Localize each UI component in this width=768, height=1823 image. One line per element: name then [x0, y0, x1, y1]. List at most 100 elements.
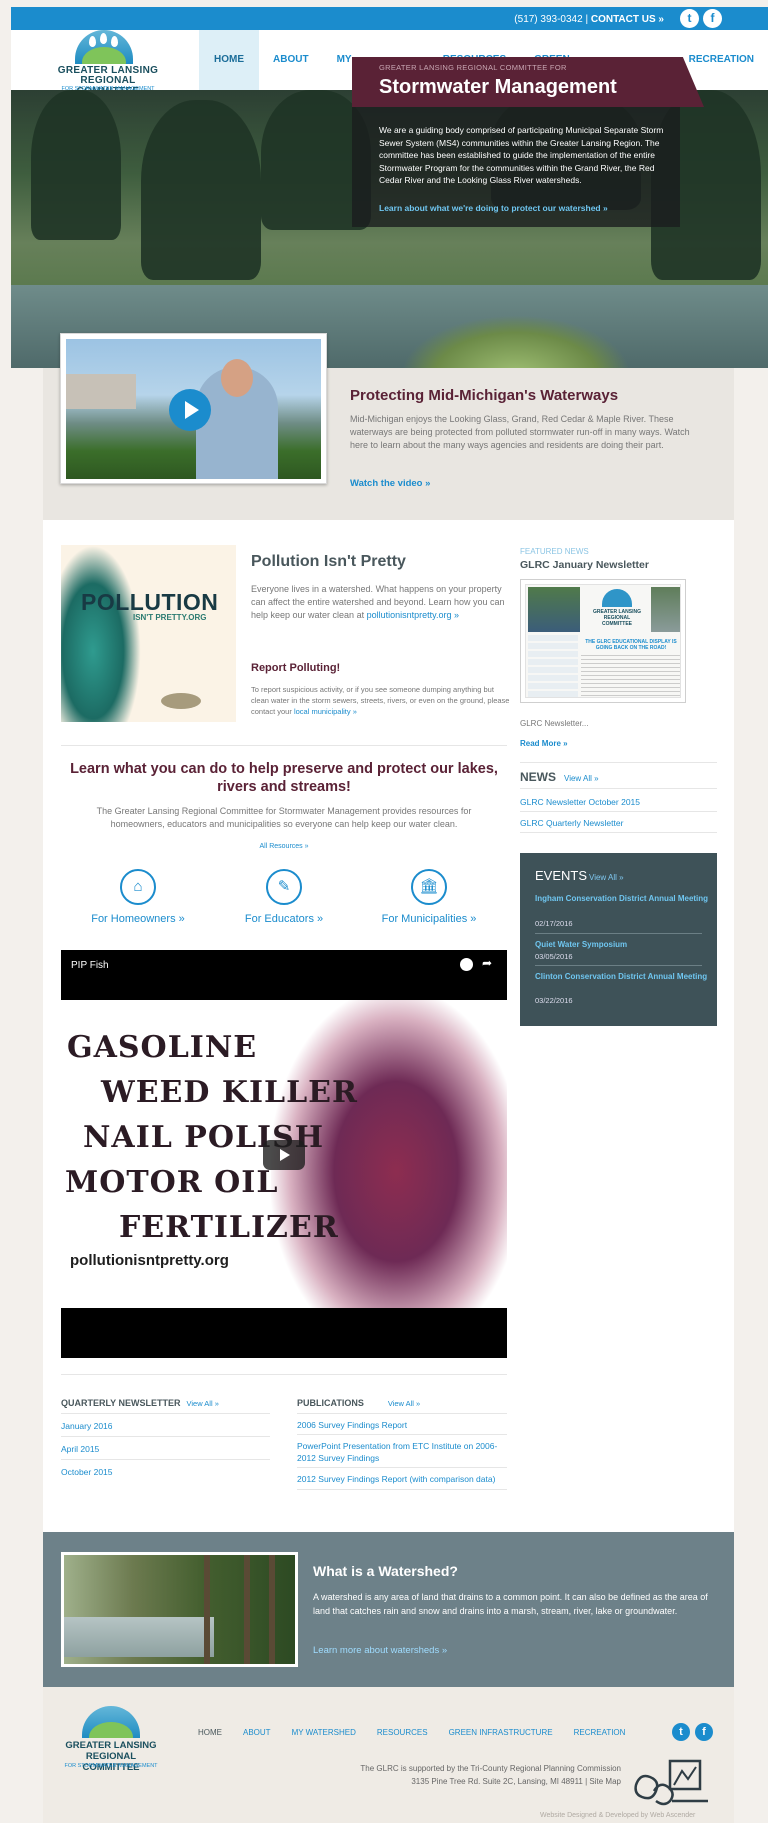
video-thumbnail[interactable]	[60, 333, 327, 484]
event-date: 02/17/2016	[535, 919, 573, 928]
watershed-title: What is a Watershed?	[313, 1563, 458, 1579]
local-municipality-link[interactable]: local municipality »	[294, 707, 357, 716]
featured-news-label: FEATURED NEWS	[520, 547, 589, 556]
embedded-video-player[interactable]: PIP Fish ➦ GASOLINE WEED KILLER NAIL POL…	[61, 950, 507, 1358]
publications-view-all-link[interactable]: View All »	[388, 1399, 420, 1408]
event-title[interactable]: Ingham Conservation District Annual Meet…	[535, 893, 710, 905]
twitter-icon[interactable]: t	[672, 1723, 690, 1741]
contact-bar: (517) 393-0342 | CONTACT US »	[514, 14, 664, 25]
footer-nav-about[interactable]: ABOUT	[243, 1728, 271, 1737]
divider	[297, 1467, 507, 1468]
news-view-all-link[interactable]: View All »	[564, 774, 599, 783]
news-item[interactable]: GLRC Quarterly Newsletter	[520, 818, 623, 828]
site-map-link[interactable]: Site Map	[589, 1777, 621, 1786]
newsletter-thumbnail[interactable]: GREATER LANSING REGIONAL COMMITTEE THE GL…	[520, 579, 686, 703]
facebook-icon[interactable]: f	[703, 9, 722, 28]
divider	[535, 933, 702, 934]
twitter-icon[interactable]: t	[680, 9, 699, 28]
footer-nav-home[interactable]: HOME	[198, 1728, 222, 1737]
educators-button[interactable]: ✎	[266, 869, 302, 905]
logo-emblem	[75, 30, 133, 64]
events-panel: EVENTS View All » Ingham Conservation Dis…	[520, 853, 717, 1026]
pollution-isnt-pretty-image[interactable]: POLLUTION ISN'T PRETTY.ORG	[61, 545, 236, 722]
footer-support-text: The GLRC is supported by the Tri-County …	[360, 1764, 621, 1773]
educators-link[interactable]: For Educators »	[214, 913, 354, 925]
hero-grass	[401, 315, 631, 368]
footer-address-text: 3135 Pine Tree Rd. Suite 2C, Lansing, MI…	[411, 1777, 588, 1786]
quarterly-heading-text: QUARTERLY NEWSLETTER	[61, 1398, 181, 1408]
watch-video-link[interactable]: Watch the video »	[350, 478, 430, 489]
newsletter-logo-line-2: REGIONAL COMMITTEE	[602, 615, 632, 627]
newsletter-caption: GLRC Newsletter...	[520, 719, 589, 728]
watch-later-icon[interactable]	[460, 958, 473, 971]
divider	[61, 1374, 507, 1375]
event-title[interactable]: Clinton Conservation District Annual Mee…	[535, 971, 710, 983]
divider	[520, 788, 717, 789]
contact-us-link[interactable]: CONTACT US »	[591, 14, 664, 25]
all-resources-link[interactable]: All Resources »	[61, 843, 507, 850]
news-heading: NEWS View All »	[520, 770, 599, 784]
video-word: GASOLINE	[67, 1030, 258, 1065]
divider	[520, 811, 717, 812]
watershed-photo	[61, 1552, 298, 1667]
footer-credit: Website Designed & Developed by Web Asce…	[540, 1812, 696, 1819]
footer-logo-line-1: GREATER LANSING	[65, 1740, 157, 1751]
report-polluting-title: Report Polluting!	[251, 662, 341, 674]
site-logo[interactable]: GREATER LANSING REGIONAL COMMITTEE FOR S…	[53, 30, 163, 97]
share-icon[interactable]: ➦	[482, 956, 492, 970]
quarterly-item[interactable]: October 2015	[61, 1466, 113, 1478]
newsletter-logo: GREATER LANSING REGIONAL COMMITTEE	[592, 589, 642, 629]
footer-nav-recreation[interactable]: RECREATION	[574, 1728, 626, 1737]
pollutionisntpretty-link[interactable]: pollutionisntpretty.org »	[367, 610, 459, 620]
publication-item[interactable]: PowerPoint Presentation from ETC Institu…	[297, 1440, 507, 1464]
watershed-learn-more-link[interactable]: Learn more about watersheds »	[313, 1645, 447, 1656]
quarterly-item[interactable]: April 2015	[61, 1443, 99, 1455]
divider	[61, 1413, 270, 1414]
hero-learn-link[interactable]: Learn about what we're doing to protect …	[379, 203, 608, 213]
footer-nav-resources[interactable]: RESOURCES	[377, 1728, 428, 1737]
footer-nav-my-watershed[interactable]: MY WATERSHED	[292, 1728, 356, 1737]
hero-title: Stormwater Management	[379, 76, 617, 98]
featured-news-title: GLRC January Newsletter	[520, 559, 649, 571]
event-title[interactable]: Quiet Water Symposium	[535, 939, 710, 951]
homeowners-link[interactable]: For Homeowners »	[68, 913, 208, 925]
divider	[297, 1434, 507, 1435]
phone-number: (517) 393-0342 |	[514, 14, 589, 25]
news-heading-text: NEWS	[520, 770, 556, 784]
publication-item[interactable]: 2012 Survey Findings Report (with compar…	[297, 1473, 507, 1485]
news-item[interactable]: GLRC Newsletter October 2015	[520, 797, 640, 807]
events-heading: EVENTS View All »	[535, 868, 624, 883]
pencil-icon: ✎	[277, 878, 291, 895]
footer-logo[interactable]: GREATER LANSING REGIONAL COMMITTEE FOR S…	[61, 1706, 161, 1786]
pollution-title: Pollution Isn't Pretty	[251, 553, 406, 570]
divider	[520, 832, 717, 833]
events-view-all-link[interactable]: View All »	[589, 873, 624, 882]
footer-logo-line-3: FOR STORMWATER MANAGEMENT	[64, 1763, 158, 1769]
pollution-text: Everyone lives in a watershed. What happ…	[251, 583, 511, 622]
watershed-text: A watershed is any area of land that dra…	[313, 1592, 708, 1616]
nav-about[interactable]: ABOUT	[259, 30, 323, 90]
video-feature-title: Protecting Mid-Michigan's Waterways	[350, 387, 619, 404]
hero-tree	[141, 100, 261, 280]
hero-subtitle: GREATER LANSING REGIONAL COMMITTEE FOR	[379, 63, 567, 72]
quarterly-item[interactable]: January 2016	[61, 1420, 113, 1432]
homeowners-button[interactable]: ⌂	[120, 869, 156, 905]
video-word: FERTILIZER	[119, 1210, 339, 1245]
footer-nav-green-infrastructure[interactable]: GREEN INFRASTRUCTURE	[449, 1728, 553, 1737]
footer-address: The GLRC is supported by the Tri-County …	[330, 1762, 621, 1788]
quarterly-view-all-link[interactable]: View All »	[187, 1399, 219, 1408]
publication-item[interactable]: 2006 Survey Findings Report	[297, 1419, 507, 1431]
event-date: 03/22/2016	[535, 996, 573, 1005]
facebook-icon[interactable]: f	[695, 1723, 713, 1741]
report-polluting-text: To report suspicious activity, or if you…	[251, 684, 511, 717]
hero-tree	[31, 90, 121, 240]
play-icon[interactable]	[169, 389, 211, 431]
divider	[61, 1436, 270, 1437]
read-more-link[interactable]: Read More »	[520, 739, 568, 748]
report-text-body: To report suspicious activity, or if you…	[251, 685, 510, 716]
municipalities-button[interactable]: 🏛	[411, 869, 447, 905]
municipalities-link[interactable]: For Municipalities »	[359, 913, 499, 925]
fish-icon	[161, 693, 201, 709]
nav-home[interactable]: HOME	[199, 30, 259, 90]
play-icon[interactable]	[263, 1140, 305, 1170]
